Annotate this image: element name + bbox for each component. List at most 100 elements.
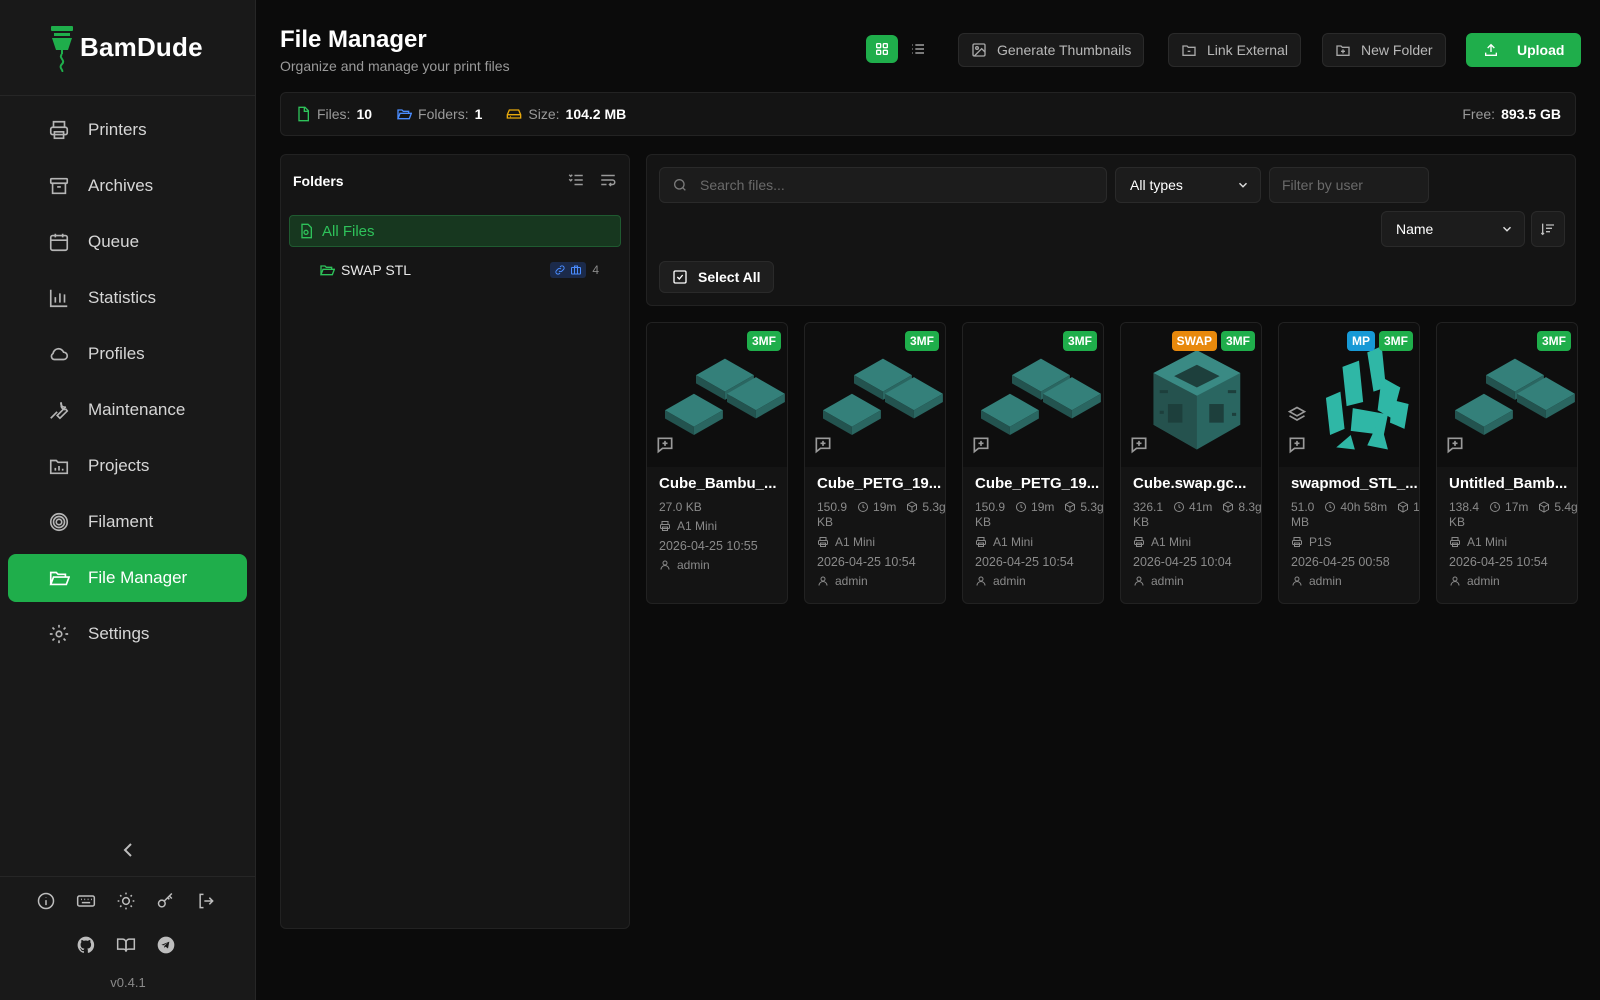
user-filter-input[interactable] — [1282, 177, 1422, 193]
wrap-text-icon[interactable] — [599, 171, 617, 189]
upload-icon — [1485, 43, 1497, 56]
type-filter-select[interactable]: All types — [1115, 167, 1261, 203]
file-owner-value: admin — [677, 558, 710, 572]
sort-direction-button[interactable] — [1531, 211, 1565, 247]
upload-label: Upload — [1517, 42, 1565, 58]
add-comment-icon[interactable] — [813, 435, 833, 455]
upload-button[interactable]: Upload — [1466, 33, 1582, 67]
sort-select[interactable]: Name — [1381, 211, 1525, 247]
file-thumbnail[interactable]: MP 3MF — [1279, 323, 1419, 467]
print-time: 17m — [1489, 500, 1528, 514]
printer-icon — [976, 537, 986, 547]
print-time: 40h 58m — [1324, 500, 1387, 514]
bar-chart-icon — [49, 289, 68, 308]
model-preview — [1153, 350, 1241, 450]
free-stat-label: Free: — [1462, 106, 1496, 122]
file-card[interactable]: MP3MF swapmod_STL_... 51.0 MB 40h 58m 10… — [1278, 322, 1420, 604]
book-icon[interactable] — [116, 935, 136, 955]
sidebar-item-label: Printers — [88, 120, 147, 139]
sidebar-item-profiles[interactable]: Profiles — [8, 330, 247, 378]
sidebar-item-archives[interactable]: Archives — [8, 162, 247, 210]
info-icon[interactable] — [36, 891, 56, 911]
printer-model: A1 Mini — [817, 535, 945, 549]
generate-thumbnails-button[interactable]: Generate Thumbnails — [958, 33, 1145, 67]
sidebar-item-label: Settings — [88, 624, 150, 643]
file-card[interactable]: SWAP 3MF Cube.swap.gc... 326.1 KB 41m 8.3… — [1120, 322, 1262, 604]
file-thumbnail[interactable]: 3MF — [647, 323, 787, 467]
model-preview — [665, 358, 785, 436]
sidebar-item-queue[interactable]: Queue — [8, 218, 247, 266]
file-meta-row: 150.9 KB 19m 5.3g — [817, 500, 945, 530]
box-icon — [907, 501, 918, 513]
telegram-icon[interactable] — [156, 935, 176, 955]
add-comment-icon[interactable] — [1129, 435, 1149, 455]
add-comment-icon[interactable] — [1287, 435, 1307, 455]
expand-all-icon[interactable] — [567, 171, 585, 189]
model-preview — [981, 358, 1101, 436]
list-view-button[interactable] — [902, 35, 934, 63]
link-external-label: Link External — [1207, 42, 1288, 58]
calendar-icon — [49, 233, 69, 252]
logo[interactable]: BamDude — [0, 0, 255, 96]
filament-weight-value: 5.4g — [1554, 500, 1578, 514]
add-comment-icon[interactable] — [1445, 435, 1465, 455]
printer-model-value: A1 Mini — [993, 535, 1034, 549]
sidebar-item-filament[interactable]: Filament — [8, 498, 247, 546]
file-card[interactable]: 3MF Cube_PETG_19... 150.9 KB 19m 5.3g A1… — [962, 322, 1104, 604]
file-owner: admin — [975, 574, 1103, 588]
sidebar-item-file-manager[interactable]: File Manager — [8, 554, 247, 602]
link-external-button[interactable]: Link External — [1168, 33, 1301, 67]
grid-view-button[interactable] — [866, 35, 898, 63]
folders-stat-value: 1 — [474, 106, 483, 122]
briefcase-icon — [571, 265, 582, 275]
github-icon[interactable] — [76, 935, 96, 955]
new-folder-button[interactable]: New Folder — [1322, 33, 1446, 67]
file-badges: 3MF — [1063, 331, 1097, 351]
logout-icon[interactable] — [196, 891, 216, 911]
sidebar-item-label: Filament — [88, 512, 154, 531]
collapse-sidebar-icon[interactable] — [116, 838, 140, 862]
file-size: 27.0 KB — [659, 500, 702, 514]
key-icon[interactable] — [156, 891, 176, 911]
sidebar-item-printers[interactable]: Printers — [8, 106, 247, 154]
file-card[interactable]: 3MF Untitled_Bamb... 138.4 KB 17m 5.4g A… — [1436, 322, 1578, 604]
user-icon — [1292, 576, 1302, 586]
view-toggle — [866, 35, 934, 63]
add-comment-icon[interactable] — [971, 435, 991, 455]
add-comment-icon[interactable] — [655, 435, 675, 455]
file-thumbnail[interactable]: SWAP 3MF — [1121, 323, 1261, 467]
filament-weight-value: 5.3g — [922, 500, 946, 514]
hard-drive-icon — [507, 109, 522, 119]
folder-all-files[interactable]: All Files — [289, 215, 621, 247]
wrench-icon — [50, 402, 69, 420]
layers-icon — [1287, 406, 1307, 421]
sidebar-item-label: File Manager — [88, 568, 188, 587]
file-size: 51.0 MB — [1291, 500, 1315, 529]
file-thumbnail[interactable]: 3MF — [805, 323, 945, 467]
folder-file-count: 4 — [592, 263, 599, 277]
filament-weight: 1046g — [1397, 500, 1420, 514]
file-thumbnail[interactable]: 3MF — [963, 323, 1103, 467]
filament-weight-value: 1046g — [1413, 500, 1420, 514]
sun-icon[interactable] — [116, 891, 136, 911]
sidebar-item-statistics[interactable]: Statistics — [8, 274, 247, 322]
storage-stats-bar: Files: 10 Folders: 1 Size: 104.2 MB Free… — [280, 92, 1576, 136]
file-type-badge: 3MF — [1379, 331, 1413, 351]
keyboard-icon[interactable] — [76, 891, 96, 911]
file-type-badge: 3MF — [1063, 331, 1097, 351]
file-card[interactable]: 3MF Cube_Bambu_... 27.0 KB A1 Mini 2026-… — [646, 322, 788, 604]
folder-plus-icon — [1336, 45, 1350, 56]
file-card[interactable]: 3MF Cube_PETG_19... 150.9 KB 19m 5.3g A1… — [804, 322, 946, 604]
file-thumbnail[interactable]: 3MF — [1437, 323, 1577, 467]
folder-item-swap-stl[interactable]: SWAP STL 4 — [319, 255, 599, 285]
sidebar-item-maintenance[interactable]: Maintenance — [8, 386, 247, 434]
folder-chart-icon — [49, 459, 69, 475]
file-owner: admin — [1133, 574, 1261, 588]
sidebar-item-settings[interactable]: Settings — [8, 610, 247, 658]
sidebar-item-projects[interactable]: Projects — [8, 442, 247, 490]
filament-weight: 8.3g — [1222, 500, 1261, 514]
file-meta-row: 150.9 KB 19m 5.3g — [975, 500, 1103, 530]
folders-title: Folders — [293, 173, 344, 189]
search-input[interactable] — [700, 177, 1080, 193]
select-all-button[interactable]: Select All — [659, 261, 774, 293]
